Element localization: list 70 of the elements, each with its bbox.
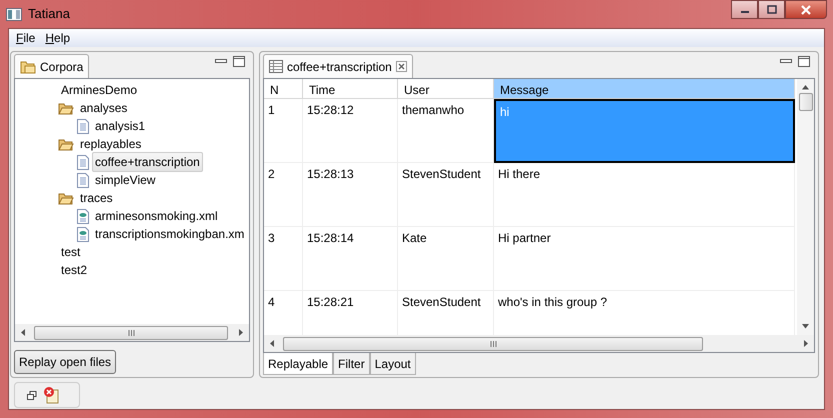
- error-log-icon[interactable]: [43, 386, 59, 404]
- document-icon: [77, 172, 89, 188]
- view-tab[interactable]: Layout: [370, 353, 416, 375]
- menu-item[interactable]: Help: [42, 29, 74, 47]
- panel-tab[interactable]: Corpora: [14, 54, 90, 78]
- maximize-icon[interactable]: [233, 56, 245, 67]
- scrollbar-thumb[interactable]: [798, 93, 812, 111]
- tree-item[interactable]: replayables: [77, 134, 144, 154]
- view-tab[interactable]: Filter: [333, 353, 370, 375]
- up-arrow-icon: [802, 85, 809, 90]
- grip-icon: [490, 340, 496, 346]
- right-arrow-icon: [803, 340, 808, 347]
- maximize-icon: [766, 5, 776, 14]
- tree-item[interactable]: simpleView: [92, 170, 158, 190]
- table-cell: Hi there: [494, 163, 795, 227]
- restore-icon[interactable]: [27, 390, 37, 400]
- table-icon: [269, 60, 283, 73]
- table-cell: Kate: [398, 227, 494, 291]
- table-cell: 2: [264, 163, 303, 227]
- table-cell: 15:28:14: [303, 227, 398, 291]
- column-header[interactable]: N: [264, 79, 303, 99]
- table-cell: StevenStudent: [398, 163, 494, 227]
- horizontal-scrollbar[interactable]: [264, 335, 814, 352]
- folder-icon: [58, 138, 74, 150]
- panel-tab[interactable]: coffee+transcription: [263, 54, 413, 78]
- scrollbar-thumb[interactable]: [283, 336, 703, 350]
- view-tab[interactable]: Replayable: [263, 353, 334, 375]
- horizontal-scrollbar[interactable]: [15, 324, 249, 341]
- menu-item[interactable]: File: [13, 29, 38, 47]
- minimize-button[interactable]: [731, 0, 758, 19]
- xml-file-icon: [77, 226, 89, 242]
- left-arrow-icon: [270, 340, 275, 347]
- table-cell: 15:28:12: [303, 99, 398, 163]
- tree-item[interactable]: traces: [77, 188, 116, 208]
- down-arrow-icon: [802, 324, 809, 329]
- tree-item[interactable]: analysis1: [92, 116, 148, 136]
- tree-item[interactable]: arminesonsmoking.xml: [92, 206, 221, 226]
- tree-item[interactable]: test: [58, 242, 84, 262]
- document-icon: [77, 118, 89, 134]
- vertical-scrollbar[interactable]: [797, 79, 814, 335]
- tree-item[interactable]: analyses: [77, 98, 130, 118]
- column-header[interactable]: Time: [303, 79, 398, 99]
- table-cell: 15:28:13: [303, 163, 398, 227]
- close-icon[interactable]: [396, 61, 407, 72]
- column-header[interactable]: Message: [494, 79, 795, 99]
- maximize-button[interactable]: [758, 0, 785, 19]
- tree-item[interactable]: coffee+transcription: [92, 152, 203, 172]
- app-icon: [6, 8, 22, 20]
- replay-button[interactable]: Replay open files: [14, 350, 116, 374]
- tree-item[interactable]: ArminesDemo: [58, 80, 140, 100]
- table-cell: 1: [264, 99, 303, 163]
- maximize-icon[interactable]: [798, 56, 810, 67]
- table-cell: Hi partner: [494, 227, 795, 291]
- document-icon: [77, 154, 89, 170]
- tree-item[interactable]: test2: [58, 260, 90, 280]
- scrollbar-thumb[interactable]: [34, 326, 228, 340]
- left-arrow-icon: [21, 329, 26, 336]
- grip-icon: [128, 330, 134, 336]
- window-title: Tatiana: [28, 5, 70, 24]
- folder-icon: [58, 192, 74, 204]
- table-cell: 3: [264, 227, 303, 291]
- right-arrow-icon: [238, 329, 243, 336]
- column-header[interactable]: User: [398, 79, 494, 99]
- tree-item[interactable]: transcriptionsmokingban.xm: [92, 224, 248, 244]
- folder-icon: [58, 102, 74, 114]
- close-icon: [800, 4, 812, 14]
- xml-file-icon: [77, 208, 89, 224]
- folder-icon: [20, 60, 36, 74]
- table-cell: hi: [494, 99, 795, 163]
- close-button[interactable]: [785, 0, 827, 19]
